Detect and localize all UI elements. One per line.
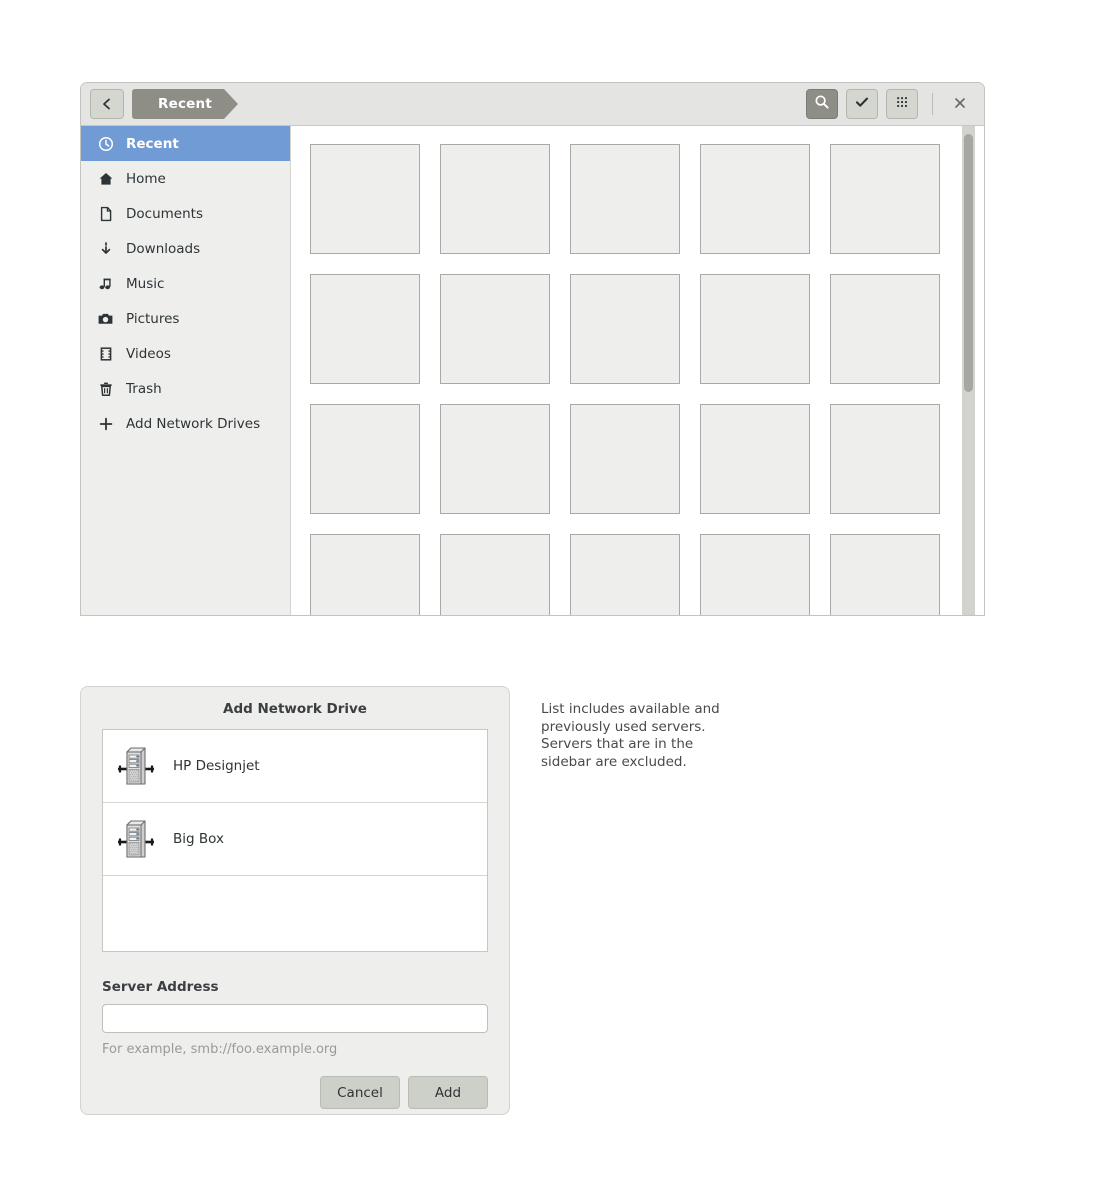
file-tile[interactable] [830, 534, 940, 615]
file-tile[interactable] [570, 534, 680, 615]
breadcrumb: Recent [132, 89, 806, 119]
server-address-input[interactable] [102, 1004, 488, 1033]
sidebar-item-add-network-drives[interactable]: Add Network Drives [81, 406, 290, 441]
window-header: Recent [81, 83, 984, 126]
server-list-item[interactable]: Big Box [103, 803, 487, 876]
file-chooser-window: Recent Recent Home Documents Downloads M… [80, 82, 985, 616]
view-grid-button[interactable] [886, 89, 918, 119]
breadcrumb-label: Recent [158, 96, 212, 112]
server-list-item[interactable]: HP Designjet [103, 730, 487, 803]
file-grid-area [291, 126, 984, 615]
file-tile[interactable] [310, 404, 420, 514]
sidebar-item-documents[interactable]: Documents [81, 196, 290, 231]
file-tile[interactable] [570, 404, 680, 514]
sidebar: Recent Home Documents Downloads Music Pi… [81, 126, 291, 615]
file-tile[interactable] [700, 404, 810, 514]
sidebar-item-downloads[interactable]: Downloads [81, 231, 290, 266]
add-network-drive-dialog: Add Network Drive HP Designjet Big Box S… [80, 686, 510, 1115]
search-icon [814, 94, 830, 114]
file-grid [310, 144, 984, 615]
close-button[interactable] [947, 91, 973, 117]
file-tile[interactable] [830, 404, 940, 514]
server-list-empty-area [103, 876, 487, 950]
vertical-scrollbar[interactable] [962, 126, 975, 615]
file-tile[interactable] [700, 274, 810, 384]
file-tile[interactable] [440, 404, 550, 514]
dialog-actions: Cancel Add [102, 1076, 488, 1109]
sidebar-item-label: Music [126, 275, 165, 292]
header-actions [806, 89, 973, 119]
server-name: HP Designjet [173, 758, 260, 774]
file-tile[interactable] [700, 534, 810, 615]
file-tile[interactable] [310, 534, 420, 615]
annotation-text: List includes available and previously u… [541, 701, 720, 770]
sidebar-item-home[interactable]: Home [81, 161, 290, 196]
sidebar-item-label: Videos [126, 345, 171, 362]
server-icon [116, 744, 156, 788]
document-icon [96, 205, 115, 223]
sidebar-item-music[interactable]: Music [81, 266, 290, 301]
film-icon [96, 345, 115, 363]
select-button[interactable] [846, 89, 878, 119]
sidebar-item-label: Pictures [126, 310, 180, 327]
sidebar-item-trash[interactable]: Trash [81, 371, 290, 406]
file-tile[interactable] [310, 144, 420, 254]
window-body: Recent Home Documents Downloads Music Pi… [81, 126, 984, 615]
server-address-label: Server Address [102, 979, 219, 995]
server-list: HP Designjet Big Box [102, 729, 488, 952]
music-note-icon [96, 275, 115, 293]
screenshot-root: Recent Recent Home Documents Downloads M… [0, 0, 1100, 1200]
dialog-title: Add Network Drive [223, 701, 367, 717]
sidebar-item-label: Recent [126, 135, 179, 152]
file-tile[interactable] [310, 274, 420, 384]
close-icon [953, 95, 967, 114]
file-tile[interactable] [440, 274, 550, 384]
breadcrumb-item-recent[interactable]: Recent [132, 89, 238, 119]
scrollbar-thumb[interactable] [964, 134, 973, 392]
download-icon [96, 240, 115, 258]
sidebar-item-label: Add Network Drives [126, 415, 261, 432]
cancel-button[interactable]: Cancel [320, 1076, 400, 1109]
server-address-hint: For example, smb://foo.example.org [102, 1042, 338, 1057]
trash-icon [96, 380, 115, 398]
camera-icon [96, 310, 115, 328]
plus-icon [96, 415, 115, 433]
sidebar-item-videos[interactable]: Videos [81, 336, 290, 371]
file-tile[interactable] [830, 144, 940, 254]
file-tile[interactable] [700, 144, 810, 254]
server-name: Big Box [173, 831, 224, 847]
grid-dots-icon [894, 94, 910, 114]
add-button[interactable]: Add [408, 1076, 488, 1109]
server-icon [116, 817, 156, 861]
sidebar-item-label: Documents [126, 205, 203, 222]
file-tile[interactable] [440, 144, 550, 254]
file-tile[interactable] [830, 274, 940, 384]
check-icon [854, 94, 870, 114]
sidebar-item-label: Home [126, 170, 166, 187]
back-button[interactable] [90, 89, 124, 119]
file-tile[interactable] [570, 144, 680, 254]
sidebar-item-recent[interactable]: Recent [81, 126, 290, 161]
clock-icon [96, 135, 115, 153]
chevron-left-icon [100, 97, 114, 111]
search-button[interactable] [806, 89, 838, 119]
sidebar-item-pictures[interactable]: Pictures [81, 301, 290, 336]
header-separator [932, 93, 933, 115]
sidebar-item-label: Trash [126, 380, 162, 397]
sidebar-item-label: Downloads [126, 240, 201, 257]
file-tile[interactable] [570, 274, 680, 384]
home-icon [96, 170, 115, 188]
file-tile[interactable] [440, 534, 550, 615]
